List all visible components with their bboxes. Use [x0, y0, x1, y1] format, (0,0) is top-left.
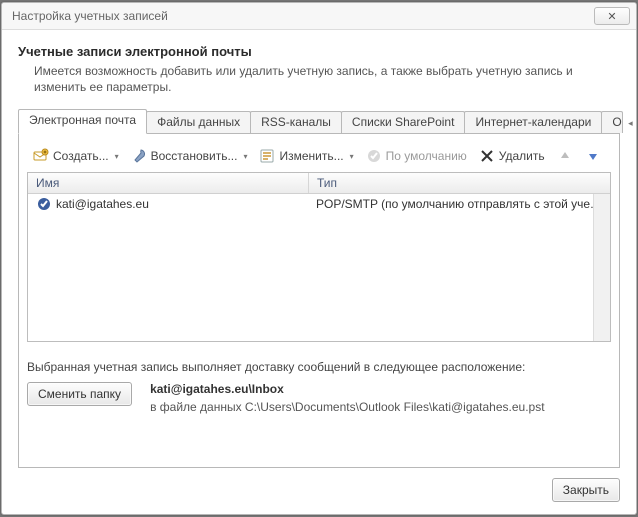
account-name: kati@igatahes.eu: [56, 197, 149, 211]
remove-account-button[interactable]: Удалить: [475, 146, 549, 166]
accounts-list-body: kati@igatahes.eu POP/SMTP (по умолчанию …: [28, 194, 610, 341]
move-up-button: [553, 146, 577, 166]
titlebar: Настройка учетных записей ✕: [2, 3, 636, 30]
list-vertical-scrollbar[interactable]: [593, 194, 610, 341]
repair-account-label: Восстановить...: [151, 149, 238, 163]
delivery-row: Сменить папку kati@igatahes.eu\Inbox в ф…: [27, 382, 611, 414]
set-default-button: По умолчанию: [362, 146, 471, 166]
accounts-toolbar: Создать... ▾ Восстановить... ▾ Изменить.…: [27, 144, 611, 172]
repair-account-button[interactable]: Восстановить... ▾: [127, 146, 252, 166]
tab-rss[interactable]: RSS-каналы: [250, 111, 342, 133]
page-subheading: Имеется возможность добавить или удалить…: [34, 63, 620, 95]
default-account-icon: [36, 196, 52, 212]
tab-data-files[interactable]: Файлы данных: [146, 111, 251, 133]
change-icon: [259, 148, 275, 164]
accounts-list-header: Имя Тип: [28, 173, 610, 194]
account-type: POP/SMTP (по умолчанию отправлять с этой…: [308, 197, 610, 211]
remove-account-label: Удалить: [499, 149, 545, 163]
set-default-label: По умолчанию: [386, 149, 467, 163]
chevron-down-icon: ▾: [350, 152, 354, 161]
tab-page-email: Создать... ▾ Восстановить... ▾ Изменить.…: [18, 134, 620, 468]
arrow-down-icon: [585, 148, 601, 164]
chevron-down-icon: ▾: [243, 152, 247, 161]
change-account-button[interactable]: Изменить... ▾: [255, 146, 357, 166]
change-folder-button[interactable]: Сменить папку: [27, 382, 132, 406]
tabstrip: Электронная почта Файлы данных RSS-канал…: [18, 109, 620, 134]
window-close-button[interactable]: ✕: [594, 7, 630, 25]
delivery-path-folder: kati@igatahes.eu\Inbox: [150, 382, 611, 396]
tab-scroll-left[interactable]: ◂: [624, 113, 636, 133]
tab-published[interactable]: Опубликова: [601, 111, 623, 133]
new-account-label: Создать...: [53, 149, 109, 163]
new-mail-icon: [33, 148, 49, 164]
window-title: Настройка учетных записей: [12, 9, 594, 23]
close-icon: ✕: [607, 10, 616, 23]
tab-scrollers: ◂ ▸: [624, 113, 638, 133]
tab-sharepoint[interactable]: Списки SharePoint: [341, 111, 466, 133]
account-settings-dialog: Настройка учетных записей ✕ Учетные запи…: [1, 2, 637, 515]
repair-icon: [131, 148, 147, 164]
tab-internet-calendars[interactable]: Интернет-календари: [464, 111, 602, 133]
account-row[interactable]: kati@igatahes.eu POP/SMTP (по умолчанию …: [28, 194, 610, 214]
dialog-footer: Закрыть: [18, 468, 620, 502]
close-button[interactable]: Закрыть: [552, 478, 620, 502]
default-check-icon: [366, 148, 382, 164]
page-heading: Учетные записи электронной почты: [18, 44, 620, 59]
delivery-path: kati@igatahes.eu\Inbox в файле данных C:…: [150, 382, 611, 414]
move-down-button: [581, 146, 605, 166]
accounts-list: Имя Тип kati@igatahes.eu POP/SMTP (по ум…: [27, 172, 611, 342]
column-header-type[interactable]: Тип: [309, 173, 610, 193]
new-account-button[interactable]: Создать... ▾: [29, 146, 123, 166]
delivery-path-file: в файле данных C:\Users\Documents\Outloo…: [150, 400, 611, 414]
delivery-location-label: Выбранная учетная запись выполняет доста…: [27, 360, 611, 374]
dialog-body: Учетные записи электронной почты Имеется…: [2, 30, 636, 514]
delete-x-icon: [479, 148, 495, 164]
change-account-label: Изменить...: [279, 149, 343, 163]
tab-email[interactable]: Электронная почта: [18, 109, 147, 134]
column-header-name[interactable]: Имя: [28, 173, 309, 193]
chevron-down-icon: ▾: [115, 152, 119, 161]
arrow-up-icon: [557, 148, 573, 164]
